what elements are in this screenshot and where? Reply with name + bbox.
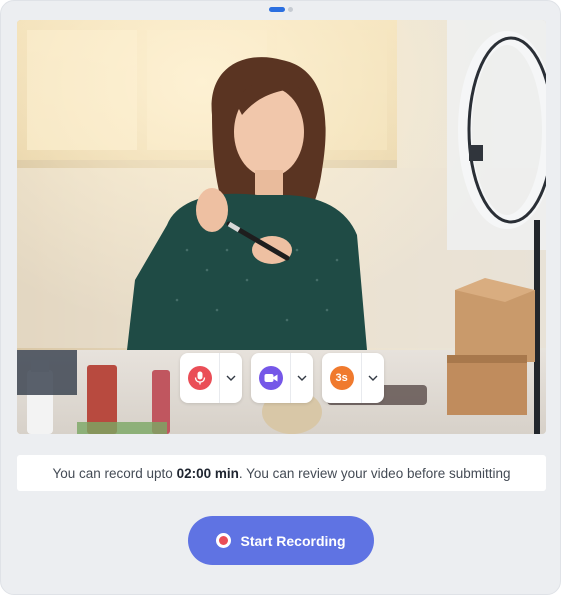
countdown-label: 3s [335,372,348,384]
start-recording-label: Start Recording [240,532,346,549]
info-text-after: . You can review your video before submi… [238,465,511,481]
timer-icon: 3s [329,366,354,390]
recording-info-bar: You can record upto 02:00 min. You can r… [17,455,546,491]
camera-control[interactable] [251,353,313,403]
video-preview: 3s [17,20,546,434]
video-camera-icon [258,366,283,390]
max-duration: 02:00 min [176,465,239,481]
countdown-control[interactable]: 3s [322,353,384,403]
pagination-dot[interactable] [287,7,293,12]
microphone-control[interactable] [180,353,242,403]
record-dot-icon [216,533,232,548]
countdown-dropdown-chevron-icon[interactable] [362,353,384,403]
pagination-dots [1,7,560,12]
camera-dropdown-chevron-icon[interactable] [291,353,313,403]
info-text-before: You can record upto [52,465,177,481]
start-recording-button[interactable]: Start Recording [188,516,374,565]
media-controls: 3s [180,353,384,403]
recording-card: 3s You can record upto 02:00 min. You ca… [0,0,561,595]
countdown-toggle[interactable]: 3s [322,353,363,403]
microphone-dropdown-chevron-icon[interactable] [220,353,242,403]
pagination-dot-active[interactable] [268,7,285,12]
camera-toggle[interactable] [251,353,292,403]
microphone-toggle[interactable] [180,353,221,403]
microphone-icon [187,366,212,390]
